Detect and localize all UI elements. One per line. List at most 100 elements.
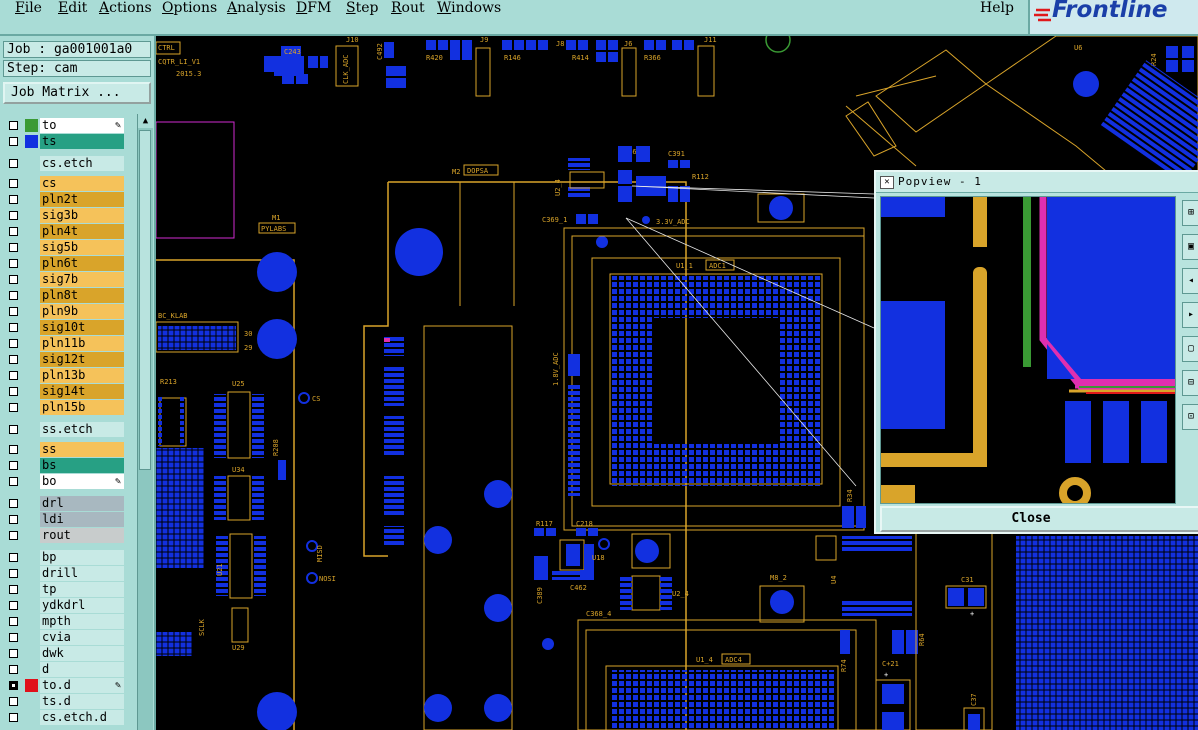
layer-name[interactable]: pln15b — [40, 400, 124, 415]
layer-name[interactable]: drill — [40, 566, 124, 581]
layer-name[interactable]: cs — [40, 176, 124, 191]
menu-windows[interactable]: Windows — [437, 0, 501, 16]
layer-name[interactable]: cvia — [40, 630, 124, 645]
layer-row-pln6t[interactable]: pln6t — [4, 256, 126, 271]
layer-color-swatch[interactable] — [25, 119, 38, 132]
layer-row-to[interactable]: to ✎ — [4, 118, 126, 133]
layer-checkbox[interactable] — [9, 633, 18, 642]
layer-row-ts[interactable]: ts — [4, 134, 126, 149]
layer-checkbox[interactable] — [9, 585, 18, 594]
menu-rout[interactable]: Rout — [391, 0, 425, 16]
layer-row-ts-d[interactable]: ts.d — [4, 694, 126, 709]
layer-name[interactable]: sig5b — [40, 240, 124, 255]
layer-checkbox[interactable] — [9, 275, 18, 284]
layer-name[interactable]: bp — [40, 550, 124, 565]
layer-name[interactable]: drl — [40, 496, 124, 511]
layer-checkbox[interactable] — [9, 291, 18, 300]
layer-checkbox[interactable] — [9, 649, 18, 658]
layer-checkbox[interactable] — [9, 403, 18, 412]
layer-checkbox[interactable] — [9, 355, 18, 364]
menu-actions[interactable]: Actions — [99, 0, 152, 16]
layer-name[interactable]: sig3b — [40, 208, 124, 223]
layer-name[interactable]: ts — [40, 134, 124, 149]
layer-name[interactable]: dwk — [40, 646, 124, 661]
layer-row-drill[interactable]: drill — [4, 566, 126, 581]
layer-checkbox[interactable] — [9, 665, 18, 674]
layer-row-cs-etch[interactable]: cs.etch — [4, 156, 126, 171]
layer-name[interactable]: ydkdrl — [40, 598, 124, 613]
layer-checkbox[interactable] — [9, 553, 18, 562]
layer-name[interactable]: pln11b — [40, 336, 124, 351]
layer-checkbox[interactable] — [9, 227, 18, 236]
menu-options[interactable]: Options — [162, 0, 217, 16]
layer-row-ldi[interactable]: ldi — [4, 512, 126, 527]
layer-name[interactable]: to ✎ — [40, 118, 124, 133]
layer-row-d[interactable]: d — [4, 662, 126, 677]
layer-name[interactable]: ss.etch — [40, 422, 124, 437]
scroll-up-icon[interactable]: ▲ — [138, 114, 153, 128]
fit-icon[interactable]: ▢ — [1182, 336, 1198, 362]
layer-checkbox[interactable] — [9, 243, 18, 252]
layer-name[interactable]: pln4t — [40, 224, 124, 239]
layer-row-sig5b[interactable]: sig5b — [4, 240, 126, 255]
layer-row-sig12t[interactable]: sig12t — [4, 352, 126, 367]
layer-row-sig10t[interactable]: sig10t — [4, 320, 126, 335]
layer-name[interactable]: sig12t — [40, 352, 124, 367]
job-matrix-button[interactable]: Job Matrix ... — [3, 82, 151, 104]
layer-name[interactable]: ldi — [40, 512, 124, 527]
close-icon[interactable]: ✕ — [880, 176, 894, 189]
layer-row-pln9b[interactable]: pln9b — [4, 304, 126, 319]
arrow-left-icon[interactable]: ◂ — [1182, 268, 1198, 294]
pan-icon[interactable]: ▣ — [1182, 234, 1198, 260]
layer-checkbox[interactable] — [9, 569, 18, 578]
layer-row-ydkdrl[interactable]: ydkdrl — [4, 598, 126, 613]
layer-checkbox[interactable] — [9, 697, 18, 706]
layer-checkbox[interactable] — [9, 445, 18, 454]
layer-row-pln2t[interactable]: pln2t — [4, 192, 126, 207]
layer-row-sig14t[interactable]: sig14t — [4, 384, 126, 399]
popview-titlebar[interactable]: ✕ Popview - 1 — [876, 172, 1198, 193]
layer-checkbox[interactable] — [9, 371, 18, 380]
close-button[interactable]: Close — [880, 506, 1198, 532]
layer-name[interactable]: cs.etch — [40, 156, 124, 171]
layer-checkbox[interactable] — [9, 307, 18, 316]
layer-checkbox[interactable] — [9, 499, 18, 508]
menu-step[interactable]: Step — [346, 0, 378, 16]
layer-name[interactable]: cs.etch.d — [40, 710, 124, 725]
scroll-thumb[interactable] — [139, 130, 151, 470]
layer-checkbox[interactable] — [9, 137, 18, 146]
layer-name[interactable]: ts.d — [40, 694, 124, 709]
layer-checkbox[interactable] — [9, 211, 18, 220]
layer-row-sig3b[interactable]: sig3b — [4, 208, 126, 223]
layer-row-ss-etch[interactable]: ss.etch — [4, 422, 126, 437]
layer-name[interactable]: pln8t — [40, 288, 124, 303]
layer-name[interactable]: sig7b — [40, 272, 124, 287]
layer-row-cs-etch-d[interactable]: cs.etch.d — [4, 710, 126, 725]
layer-name[interactable]: pln9b — [40, 304, 124, 319]
layer-row-pln15b[interactable]: pln15b — [4, 400, 126, 415]
layer-row-dwk[interactable]: dwk — [4, 646, 126, 661]
layer-checkbox[interactable] — [9, 515, 18, 524]
layer-row-drl[interactable]: drl — [4, 496, 126, 511]
layer-name[interactable]: pln6t — [40, 256, 124, 271]
layer-checkbox[interactable] — [9, 339, 18, 348]
layer-row-rout[interactable]: rout — [4, 528, 126, 543]
layer-name[interactable]: to.d ✎ — [40, 678, 124, 693]
popview-canvas[interactable] — [880, 196, 1176, 504]
layer-checkbox[interactable] — [9, 461, 18, 470]
layer-checkbox[interactable] — [9, 159, 18, 168]
layer-name[interactable]: mpth — [40, 614, 124, 629]
menu-dfm[interactable]: DFM — [296, 0, 331, 16]
layer-row-pln4t[interactable]: pln4t — [4, 224, 126, 239]
layer-list-scrollbar[interactable]: ▲ — [137, 114, 153, 730]
arrow-right-icon[interactable]: ▸ — [1182, 302, 1198, 328]
layer-name[interactable]: bs — [40, 458, 124, 473]
layer-row-ss[interactable]: ss — [4, 442, 126, 457]
layer-name[interactable]: pln13b — [40, 368, 124, 383]
layer-checkbox[interactable] — [9, 477, 18, 486]
layer-color-swatch[interactable] — [25, 679, 38, 692]
layer-name[interactable]: rout — [40, 528, 124, 543]
layer-row-sig7b[interactable]: sig7b — [4, 272, 126, 287]
layer-name[interactable]: d — [40, 662, 124, 677]
menu-analysis[interactable]: Analysis — [227, 0, 286, 16]
